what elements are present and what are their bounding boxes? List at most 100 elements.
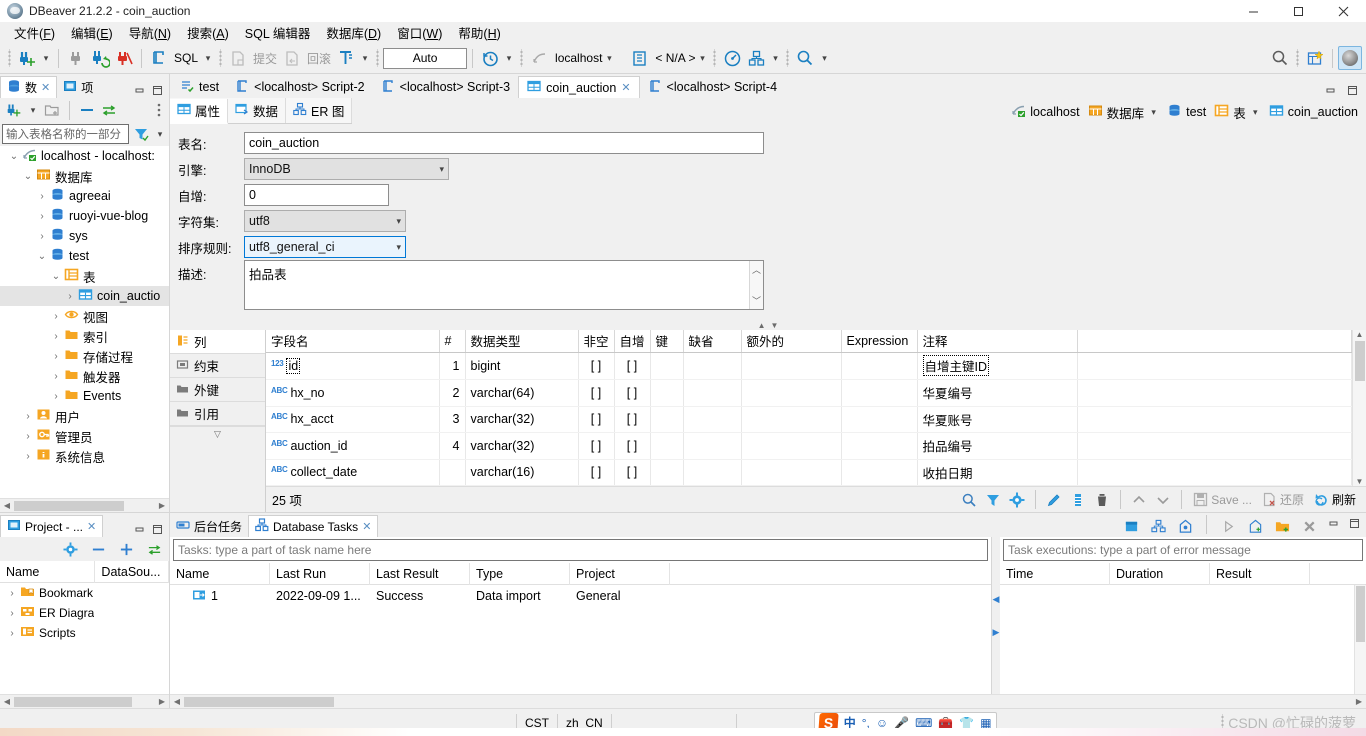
transaction-dropdown-icon[interactable]: ▾ [358, 46, 372, 70]
tab-project-explorer[interactable]: 项 [57, 76, 99, 98]
cell-notnull[interactable]: [ ] [578, 380, 614, 406]
tree-item-users[interactable]: › 用户 [0, 406, 169, 426]
header-num[interactable]: # [439, 330, 465, 352]
search-icon[interactable] [793, 46, 817, 70]
menu-database[interactable]: 数据库(D) [318, 21, 389, 44]
connection-dropdown-icon[interactable]: ▾ [602, 46, 616, 70]
cell-default[interactable] [683, 459, 741, 485]
columns-grid[interactable]: 字段名 # 数据类型 非空 自增 键 缺省 额外的 Expression 注 [266, 330, 1366, 512]
auto-commit-combo[interactable]: Auto [383, 48, 467, 69]
table-row[interactable]: 1 2022-09-09 1... Success Data import Ge… [170, 585, 991, 607]
avatar-icon[interactable] [1338, 46, 1362, 70]
tasks-header-last-run[interactable]: Last Run [270, 563, 370, 585]
toolbar-gripper-2[interactable] [217, 49, 224, 67]
maximize-button[interactable] [1276, 0, 1321, 22]
minimize-icon[interactable] [1325, 515, 1341, 531]
breadcrumb-item-coin-auction[interactable]: coin_auction [1267, 103, 1360, 121]
editor-tab-script-4[interactable]: <localhost> Script-4 [640, 76, 785, 98]
tree-item-agreeai[interactable]: › agreeai [0, 186, 169, 206]
move-up-icon[interactable] [1128, 489, 1150, 511]
close-icon[interactable]: ✕ [362, 520, 371, 533]
scroll-thumb[interactable] [184, 697, 334, 707]
header-notnull[interactable]: 非空 [578, 330, 614, 352]
tasks-header-type[interactable]: Type [470, 563, 570, 585]
database-dropdown-icon[interactable]: ▾ [695, 46, 709, 70]
table-row[interactable]: ABCcollect_date varchar(16) [ ] [ ] [266, 459, 1352, 485]
chevron-right-icon[interactable]: › [48, 391, 64, 402]
refresh-button[interactable]: 刷新 [1310, 489, 1360, 511]
tree-item-ruoyi-vue-blog[interactable]: › ruoyi-vue-blog [0, 206, 169, 226]
cell-extra[interactable] [741, 459, 841, 485]
close-icon[interactable]: ✕ [621, 81, 630, 94]
cell-expression[interactable] [841, 406, 917, 432]
cell-autoinc[interactable]: [ ] [614, 406, 650, 432]
toolbar-gripper-6[interactable] [784, 49, 791, 67]
cell-key[interactable] [650, 352, 683, 380]
cell-datatype[interactable]: varchar(64) [465, 380, 578, 406]
chevron-right-icon[interactable]: › [4, 588, 20, 599]
tab-database-navigator[interactable]: 数 ✕ [0, 76, 57, 98]
chevron-right-icon[interactable]: › [20, 411, 36, 422]
task-project[interactable]: General [570, 585, 670, 607]
chevron-right-icon[interactable]: › [48, 351, 64, 362]
chevron-down-icon[interactable]: ⌄ [20, 171, 36, 182]
sql-dropdown-icon[interactable]: ▾ [201, 46, 215, 70]
cell-comment[interactable]: 拍品编号 [917, 433, 1077, 459]
chevron-down-icon[interactable]: ▾ [26, 98, 40, 122]
cell-field-name[interactable]: ABChx_no [266, 380, 439, 406]
side-tab-foreign-keys[interactable]: 外键 [170, 378, 265, 402]
table-row[interactable]: 123id 1 bigint [ ] [ ] 自增主键ID [266, 352, 1352, 380]
cell-autoinc[interactable]: [ ] [614, 380, 650, 406]
project-header-datasource[interactable]: DataSou... [95, 561, 169, 583]
cell-notnull[interactable]: [ ] [578, 406, 614, 432]
global-search-icon[interactable] [1268, 46, 1292, 70]
collapse-down-icon[interactable]: ▼ [771, 321, 779, 330]
cell-field-name[interactable]: ABChx_acct [266, 406, 439, 432]
database-value[interactable]: < N/A > [651, 51, 695, 65]
scroll-down-icon[interactable]: ﹀ [752, 294, 761, 307]
chevron-right-icon[interactable]: › [34, 231, 50, 242]
database-tree[interactable]: ⌄ localhost - localhost: ⌄ 数据库 › [0, 146, 169, 498]
sql-editor-icon[interactable] [147, 46, 171, 70]
cell-default[interactable] [683, 406, 741, 432]
grid-vscrollbar[interactable]: ▲ ▼ [1352, 330, 1366, 486]
cell-default[interactable] [683, 433, 741, 459]
columns-table[interactable]: 字段名 # 数据类型 非空 自增 键 缺省 额外的 Expression 注 [266, 330, 1352, 486]
collation-select[interactable]: utf8_general_ci ▾ [244, 236, 406, 258]
cell-num[interactable]: 3 [439, 406, 465, 432]
scroll-thumb[interactable] [14, 697, 132, 707]
cell-key[interactable] [650, 459, 683, 485]
scroll-up-icon[interactable]: ︿ [752, 263, 761, 276]
toolbar-gripper-3[interactable] [374, 49, 381, 67]
chevron-right-icon[interactable]: › [4, 628, 20, 639]
cell-comment[interactable]: 自增主键ID [917, 352, 1077, 380]
view-icon[interactable] [1120, 515, 1142, 537]
tab-project[interactable]: Project - ... ✕ [0, 515, 103, 537]
executions-header-duration[interactable]: Duration [1110, 563, 1210, 585]
project-hscrollbar[interactable]: ◀ ▶ [0, 694, 169, 708]
header-datatype[interactable]: 数据类型 [465, 330, 578, 352]
scroll-up-icon[interactable]: ▲ [1356, 330, 1364, 339]
side-tab-references[interactable]: 引用 [170, 402, 265, 426]
chevron-right-icon[interactable]: › [48, 371, 64, 382]
editor-tab-script-2[interactable]: <localhost> Script-2 [227, 76, 372, 98]
cell-comment[interactable]: 收拍日期 [917, 459, 1077, 485]
toolbar-gripper[interactable] [6, 49, 13, 67]
scroll-thumb[interactable] [14, 501, 124, 511]
disconnect-icon[interactable] [64, 46, 88, 70]
transaction-mode-icon[interactable] [334, 46, 358, 70]
menu-help[interactable]: 帮助(H) [450, 21, 508, 44]
menu-sql-editor[interactable]: SQL 编辑器 [237, 21, 319, 44]
tasks-hscrollbar[interactable]: ◀ ▶ [170, 694, 1366, 708]
chevron-right-icon[interactable]: › [20, 431, 36, 442]
dashboard-icon[interactable] [720, 46, 744, 70]
chevron-down-icon[interactable]: ▾ [1250, 100, 1261, 124]
cell-num[interactable] [439, 459, 465, 485]
gear-icon[interactable] [1006, 489, 1028, 511]
description-scrollbar[interactable]: ︿ ﹀ [749, 261, 763, 309]
new-folder-icon[interactable] [42, 100, 62, 120]
header-expression[interactable]: Expression [841, 330, 917, 352]
new-task-icon[interactable] [1244, 515, 1266, 537]
list-item[interactable]: › Scripts [0, 623, 169, 643]
scroll-thumb[interactable] [1356, 586, 1365, 642]
